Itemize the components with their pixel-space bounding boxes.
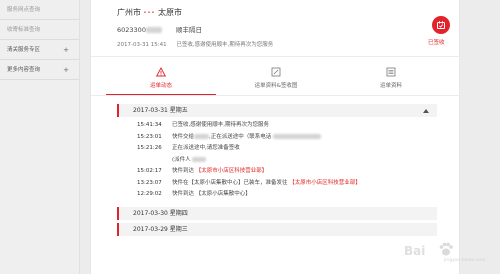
sidebar: 服务网点查询 收寄标准查询 清关服务专区 + 更多内容查询 +	[0, 0, 80, 274]
latest-status: 已签收,感谢使用顺丰,期待再次为您服务	[176, 42, 274, 48]
event-text: 正在派送途中,请您准备签收	[172, 145, 240, 151]
tracking-number[interactable]: 6023300	[117, 26, 146, 34]
active-tab-indicator	[106, 94, 216, 95]
timeline-event: 15:21:26 正在派送途中,请您准备签收	[117, 143, 437, 155]
day-weekday: 星期五	[169, 107, 188, 114]
event-text: 快件到达 【太原小店集散中心】	[172, 191, 251, 197]
page: 服务网点查询 收寄标准查询 清关服务专区 + 更多内容查询 + 广州市 ••• …	[0, 0, 500, 274]
timeline-event: 15:41:34 已签收,感谢使用顺丰,期待再次为您服务	[117, 120, 437, 132]
list-icon	[386, 67, 396, 77]
expand-icon[interactable]: +	[63, 60, 69, 80]
tab-waybill-tracking[interactable]: 运单动态	[106, 57, 216, 97]
day-weekday: 星期四	[169, 209, 188, 217]
sidebar-item-customs-zone[interactable]: 清关服务专区 +	[0, 40, 79, 60]
collapse-caret-icon[interactable]	[423, 109, 429, 113]
day-header[interactable]: 2017-03-29 星期三	[117, 222, 437, 236]
tracking-timeline: 2017-03-31 星期五 15:41:34 已签收,感谢使用顺丰,期待再次为…	[117, 104, 437, 236]
day-header[interactable]: 2017-03-31 星期五	[117, 104, 437, 117]
day-date: 2017-03-31	[133, 107, 168, 114]
watermark-brand: Bai	[404, 244, 426, 258]
waybill-summary: 广州市 ••• 太原市 6023300 顺丰隔日 2017-03-31 15:4…	[91, 0, 459, 50]
timeline-event: 12:29:02 快件到达 【太原小店集散中心】	[117, 189, 437, 201]
timeline-event: 15:23:01 快件交给 ,正在派送途中（联系电话	[117, 132, 437, 144]
sidebar-item-label: 清关服务专区	[7, 47, 41, 53]
event-text: (派件人	[172, 155, 206, 167]
latest-row: 2017-03-31 15:41 已签收,感谢使用顺丰,期待再次为您服务	[117, 40, 459, 48]
event-time: 12:29:02	[137, 191, 162, 197]
event-time: 15:21:26	[137, 145, 162, 151]
signed-badge-icon	[432, 16, 450, 34]
day-date: 2017-03-29	[133, 225, 168, 233]
tab-label: 运单资料	[379, 83, 402, 89]
event-time: 13:23:07	[137, 179, 162, 186]
tab-label: 运单动态	[149, 83, 172, 89]
latest-time: 2017-03-31 15:41	[117, 42, 167, 48]
timeline-event: (派件人	[117, 155, 437, 167]
redacted-courier	[194, 133, 210, 139]
event-text: 快件在【太原小店集散中心】已装车，准备发往 【太原市小店区科技营业部】	[172, 179, 361, 186]
expand-icon[interactable]: +	[63, 40, 69, 60]
status-badge: 已签收	[428, 40, 445, 46]
sidebar-item-standard-query[interactable]: 收寄标准查询	[0, 20, 79, 40]
paw-logo-icon	[439, 242, 453, 256]
day-events: 15:41:34 已签收,感谢使用顺丰,期待再次为您服务 15:23:01 快件…	[117, 117, 437, 204]
event-time: 15:02:17	[137, 168, 162, 174]
day-header[interactable]: 2017-03-30 星期四	[117, 206, 437, 220]
sidebar-item-label: 更多内容查询	[7, 67, 41, 73]
timeline-event: 13:23:07 快件在【太原小店集散中心】已装车，准备发往 【太原市小店区科技…	[117, 178, 437, 190]
tracking-row: 6023300 顺丰隔日	[117, 24, 459, 34]
event-time: 15:41:34	[137, 122, 162, 128]
image-edit-icon	[271, 67, 281, 77]
sidebar-item-label: 服务网点查询	[7, 7, 41, 13]
redacted-courier-name	[191, 156, 206, 162]
detail-tabs: 运单动态 运单资料&签收图 运单资料	[91, 56, 461, 96]
event-text: 快件交给 ,正在派送途中（联系电话	[172, 132, 322, 144]
event-text: 已签收,感谢使用顺丰,期待再次为您服务	[172, 122, 269, 128]
route-arrow: •••	[143, 10, 156, 16]
waybill-card: 广州市 ••• 太原市 6023300 顺丰隔日 2017-03-31 15:4…	[90, 0, 461, 274]
sidebar-item-label: 收寄标准查询	[7, 27, 41, 33]
tab-label: 运单资料&签收图	[254, 83, 298, 89]
timeline-event: 15:02:17 快件到达 【太原市小店区科技营业部】	[117, 166, 437, 178]
day-date: 2017-03-30	[133, 209, 168, 217]
origin-city: 广州市	[117, 8, 141, 17]
sidebar-item-outlet-query[interactable]: 服务网点查询	[0, 0, 79, 20]
day-weekday: 星期三	[169, 225, 188, 233]
tab-waybill-info[interactable]: 运单资料	[336, 57, 446, 97]
sidebar-item-more-query[interactable]: 更多内容查询 +	[0, 60, 79, 80]
redacted-digits	[145, 27, 162, 33]
event-text: 快件到达 【太原市小店区科技营业部】	[172, 168, 268, 174]
route: 广州市 ••• 太原市	[117, 7, 459, 18]
baidu-watermark: Bai jingyan.baidu.com	[404, 240, 494, 266]
destination-city: 太原市	[157, 8, 182, 17]
carrier-service: 顺丰隔日	[176, 26, 203, 34]
tab-waybill-signature[interactable]: 运单资料&签收图	[221, 57, 331, 97]
redacted-phone	[273, 133, 322, 139]
alert-triangle-icon	[156, 67, 166, 77]
watermark-url: jingyan.baidu.com	[444, 258, 486, 263]
event-time: 15:23:01	[137, 133, 162, 140]
